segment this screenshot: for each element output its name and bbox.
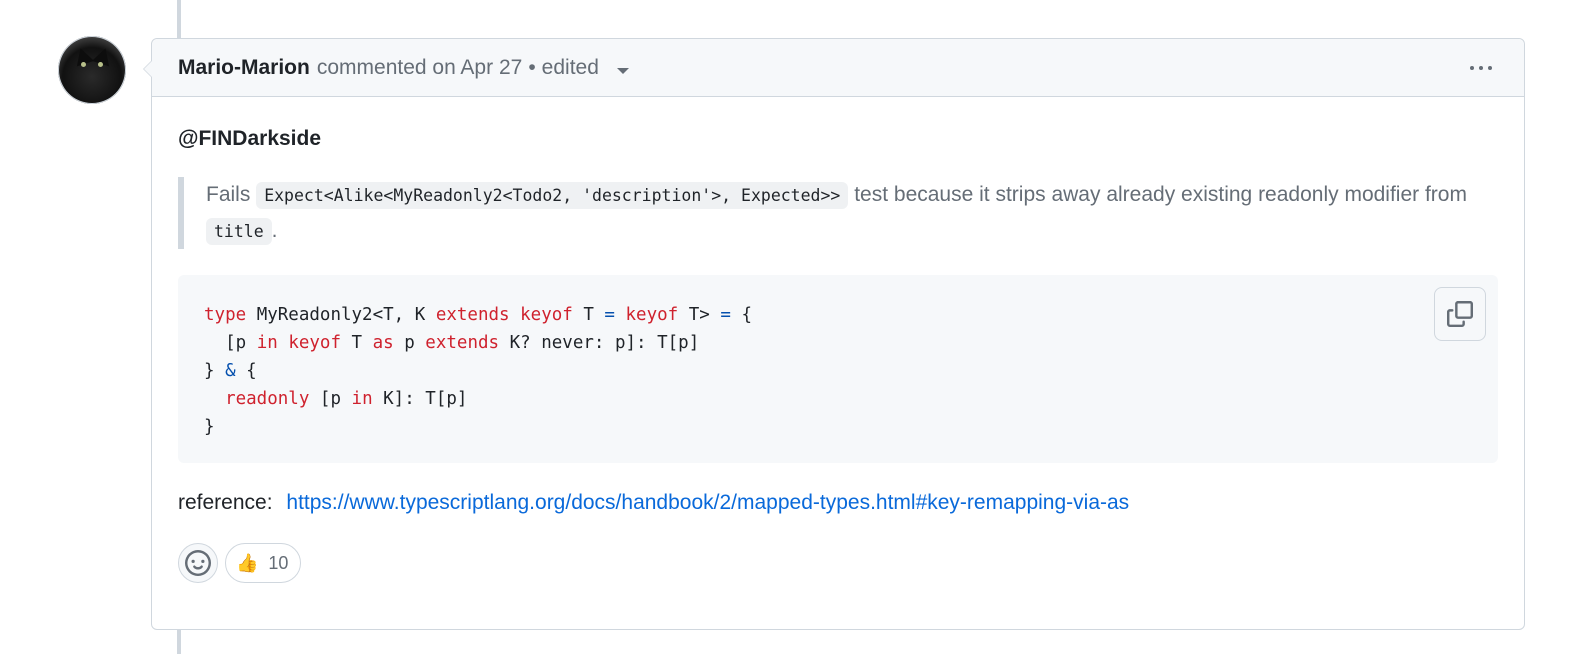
avatar-ear-right: [91, 45, 115, 67]
avatar[interactable]: [58, 36, 126, 104]
copy-button[interactable]: [1434, 287, 1486, 341]
reaction-count: 10: [268, 552, 289, 573]
timeline-line-top: [177, 0, 181, 38]
edited-label: edited: [541, 55, 599, 79]
quote-block: Fails Expect<Alike<MyReadonly2<Todo2, 'd…: [178, 177, 1498, 249]
quote-inline-code-1: Expect<Alike<MyReadonly2<Todo2, 'descrip…: [256, 182, 849, 209]
edited-dropdown[interactable]: edited: [542, 56, 629, 80]
reference-link[interactable]: https://www.typescriptlang.org/docs/hand…: [286, 491, 1129, 514]
comment-action: commented on Apr 27: [316, 55, 523, 79]
avatar-eye-right: [98, 62, 103, 67]
smiley-icon: [185, 550, 211, 576]
code-line: } & {: [204, 361, 257, 381]
quote-suffix: .: [271, 219, 278, 242]
timeline-line-bottom: [177, 630, 181, 654]
comment-body: @FINDarkside Fails Expect<Alike<MyReadon…: [152, 97, 1524, 583]
quote-middle: test because it strips away already exis…: [854, 183, 1467, 206]
code-line: [p in keyof T as p extends K? never: p]:…: [204, 333, 700, 353]
kebab-dot: [1470, 65, 1474, 70]
thumbs-up-icon: 👍: [236, 553, 259, 573]
code-line: }: [204, 417, 215, 437]
code-block: type MyReadonly2<T, K extends keyof T = …: [178, 275, 1498, 463]
code-line: readonly [p in K]: T[p]: [225, 389, 468, 409]
caret-down-icon: [616, 67, 629, 74]
copy-icon: [1447, 301, 1473, 327]
comment-arrow-inner: [144, 60, 153, 78]
add-reaction-button[interactable]: [178, 543, 218, 583]
reactions-bar: 👍 10: [178, 543, 1498, 583]
reference-line: reference: https://www.typescriptlang.or…: [178, 491, 1498, 515]
kebab-dot: [1479, 65, 1483, 70]
kebab-dot: [1488, 65, 1492, 70]
code-content: type MyReadonly2<T, K extends keyof T = …: [204, 301, 1472, 441]
mention[interactable]: @FINDarkside: [178, 127, 1498, 151]
comment-header: Mario-Marion commented on Apr 27 • edite…: [152, 39, 1524, 97]
code-line: type MyReadonly2<T, K extends keyof T = …: [204, 305, 752, 325]
avatar-eye-left: [81, 62, 86, 67]
kebab-icon[interactable]: [1464, 60, 1498, 76]
quote-inline-code-2: title: [206, 218, 272, 245]
reaction-thumbs-up[interactable]: 👍 10: [225, 543, 302, 583]
author-link[interactable]: Mario-Marion: [178, 56, 310, 80]
comment-box: Mario-Marion commented on Apr 27 • edite…: [143, 38, 1525, 630]
quote-prefix: Fails: [206, 183, 251, 206]
reference-label: reference:: [178, 491, 273, 514]
meta-separator: •: [528, 55, 536, 79]
